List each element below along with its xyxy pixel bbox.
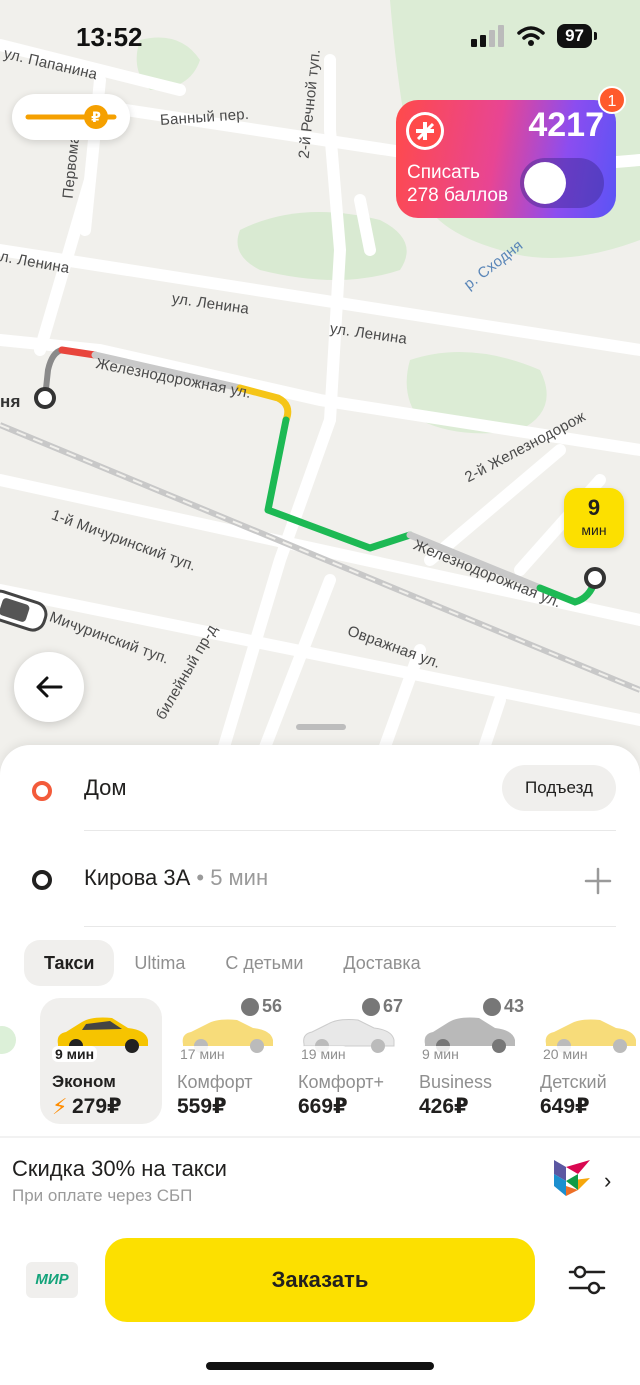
wifi-icon [517, 26, 545, 46]
arrow-left-icon [36, 676, 63, 698]
eta-number: 9 [587, 495, 601, 520]
entrance-button[interactable]: Подъезд [502, 765, 616, 811]
points-label: Списать [407, 162, 480, 183]
person-icon [0, 1026, 16, 1054]
tab-ultima[interactable]: Ultima [114, 940, 205, 986]
points-card[interactable]: 1 4217 Списать 278 баллов [396, 86, 626, 218]
status-icons: 97 [471, 24, 597, 48]
chevron-right-icon: › [604, 1168, 612, 1193]
tariff-eta: 9 мин [52, 1046, 98, 1062]
origin-dot-icon [32, 781, 52, 801]
use-points-toggle[interactable] [520, 158, 604, 208]
tariff-econom[interactable]: 9 мин Эконом ⚡ 279₽ [40, 998, 162, 1124]
tariff-price: 649₽ [540, 1095, 590, 1118]
sheet-grabber[interactable] [296, 724, 346, 730]
tariff-name: Эконом [52, 1072, 116, 1091]
tariff-price: 559₽ [177, 1095, 227, 1118]
tariff-price: 426₽ [419, 1095, 469, 1118]
tab-taxi[interactable]: Такси [24, 940, 115, 986]
address-to-eta: • 5 мин [190, 865, 269, 890]
tariff-comfort-plus[interactable]: 67 19 мин Комфорт+ 669₽ [286, 996, 408, 1124]
points-value: 4217 [528, 106, 604, 144]
order-button[interactable]: Заказать [105, 1238, 535, 1322]
tariff-price: 279₽ [72, 1095, 122, 1118]
tariff-eta: 9 мин [419, 1046, 462, 1062]
tariff-business[interactable]: 43 9 мин Business 426₽ [407, 996, 529, 1124]
divider [84, 830, 616, 831]
promo-title: Скидка 30% на такси [12, 1156, 227, 1181]
tariff-list: 9 мин Эконом ⚡ 279₽ 56 17 мин Комфорт 55… [0, 996, 640, 1126]
tariff-eta: 19 мин [298, 1046, 349, 1062]
signal-icon [471, 25, 505, 47]
battery-indicator: 97 [557, 24, 597, 48]
promo-subtitle: При оплате через СБП [12, 1186, 193, 1205]
tariff-eta: 20 мин [540, 1046, 591, 1062]
tariff-eta: 17 мин [177, 1046, 228, 1062]
destination-dot-icon [32, 870, 52, 890]
tariff-price: 669₽ [298, 1095, 348, 1118]
address-to-row[interactable]: Кирова 3А • 5 мин [0, 835, 640, 925]
plus-balance-button[interactable]: ₽ [12, 94, 130, 140]
tariff-comfort[interactable]: 56 17 мин Комфорт 559₽ [165, 996, 287, 1124]
divider [84, 926, 616, 927]
home-indicator [206, 1362, 434, 1370]
eta-bubble: 9 мин [564, 488, 624, 548]
sbp-logo-icon [554, 1160, 590, 1196]
place-label: ня [0, 392, 21, 411]
surge-bolt-icon: ⚡ [52, 1094, 68, 1119]
plus-logo-icon [406, 112, 444, 150]
tariff-kids[interactable]: 20 мин Детский 649₽ [528, 998, 640, 1124]
back-button[interactable] [14, 652, 84, 722]
payment-method-button[interactable]: МИР [26, 1262, 78, 1298]
status-time: 13:52 [76, 22, 143, 52]
ruble-bolt-icon: ₽ [25, 105, 117, 129]
category-tabs: Такси Ultima С детьми Доставка [24, 940, 441, 986]
eta-unit: мин [581, 522, 607, 538]
tab-delivery[interactable]: Доставка [323, 940, 440, 986]
tab-kids[interactable]: С детьми [205, 940, 323, 986]
points-amount-label: 278 баллов [407, 185, 509, 206]
svg-text:₽: ₽ [91, 110, 101, 126]
tariff-name: Комфорт [177, 1072, 253, 1092]
address-to: Кирова 3А [84, 865, 191, 890]
add-stop-icon[interactable] [584, 867, 612, 895]
tariff-name: Детский [540, 1072, 607, 1092]
options-sliders-icon[interactable] [568, 1262, 606, 1298]
tariff-name: Комфорт+ [298, 1072, 385, 1092]
tariff-name: Business [419, 1072, 493, 1092]
address-from: Дом [84, 775, 127, 800]
